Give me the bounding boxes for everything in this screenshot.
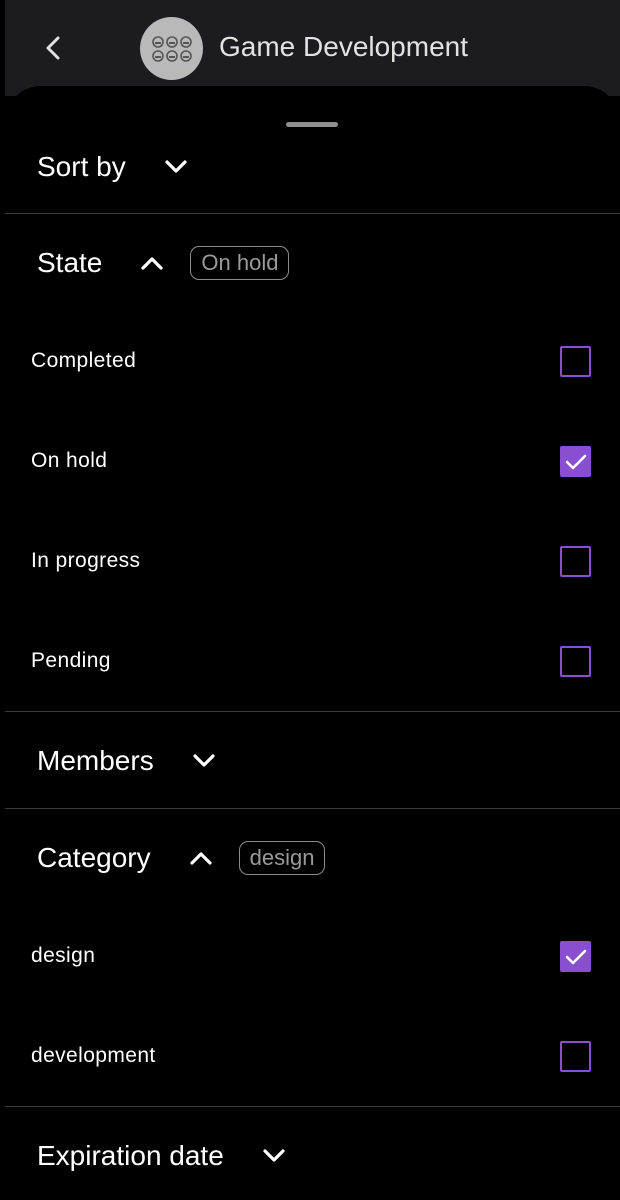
chevron-down-icon [190,747,218,775]
checkmark-icon [565,949,586,964]
chevron-down-icon [260,1142,288,1170]
state-option-completed[interactable]: Completed [5,311,620,411]
section-title-expiration-date: Expiration date [37,1140,224,1171]
category-selected-chip: design [238,841,326,875]
section-expiration-date[interactable]: Expiration date [5,1108,620,1200]
section-category[interactable]: Category design [5,810,620,906]
chevron-left-icon [46,36,60,60]
filter-bottom-sheet: Sort by State On hold Completed On hold [5,86,620,1200]
option-label: development [31,1044,156,1067]
back-button[interactable] [33,28,73,68]
option-label: Completed [31,349,137,372]
section-members[interactable]: Members [5,713,620,809]
checkbox[interactable] [560,346,591,377]
category-option-development[interactable]: development [5,1006,620,1106]
checkbox[interactable] [560,546,591,577]
option-label: On hold [31,449,108,472]
section-sort-by[interactable]: Sort by [5,119,620,215]
chevron-down-icon [162,153,190,181]
section-title-state: State [37,247,103,278]
app-root: Game Development Sort by State On hold C… [0,0,620,1200]
divider [5,711,620,712]
option-label: design [31,944,96,967]
checkbox[interactable] [560,941,591,972]
group-avatar[interactable] [140,17,203,80]
state-option-on-hold[interactable]: On hold [5,411,620,511]
divider [5,1106,620,1107]
option-label: In progress [31,549,141,572]
section-title-members: Members [37,745,154,776]
chevron-up-icon [187,844,215,872]
top-app-bar: Game Development [5,0,620,96]
section-state[interactable]: State On hold [5,215,620,311]
group-avatar-icon [151,35,192,62]
chevron-up-icon [138,249,166,277]
state-option-pending[interactable]: Pending [5,611,620,711]
category-option-design[interactable]: design [5,906,620,1006]
divider [5,213,620,214]
state-selected-chip: On hold [190,246,290,280]
page-title: Game Development [219,31,469,62]
checkmark-icon [565,454,586,469]
checkbox[interactable] [560,446,591,477]
checkbox[interactable] [560,646,591,677]
checkbox[interactable] [560,1041,591,1072]
divider [5,808,620,809]
section-title-category: Category [37,842,151,873]
section-title-sort-by: Sort by [37,151,126,182]
option-label: Pending [31,649,111,672]
state-option-in-progress[interactable]: In progress [5,511,620,611]
